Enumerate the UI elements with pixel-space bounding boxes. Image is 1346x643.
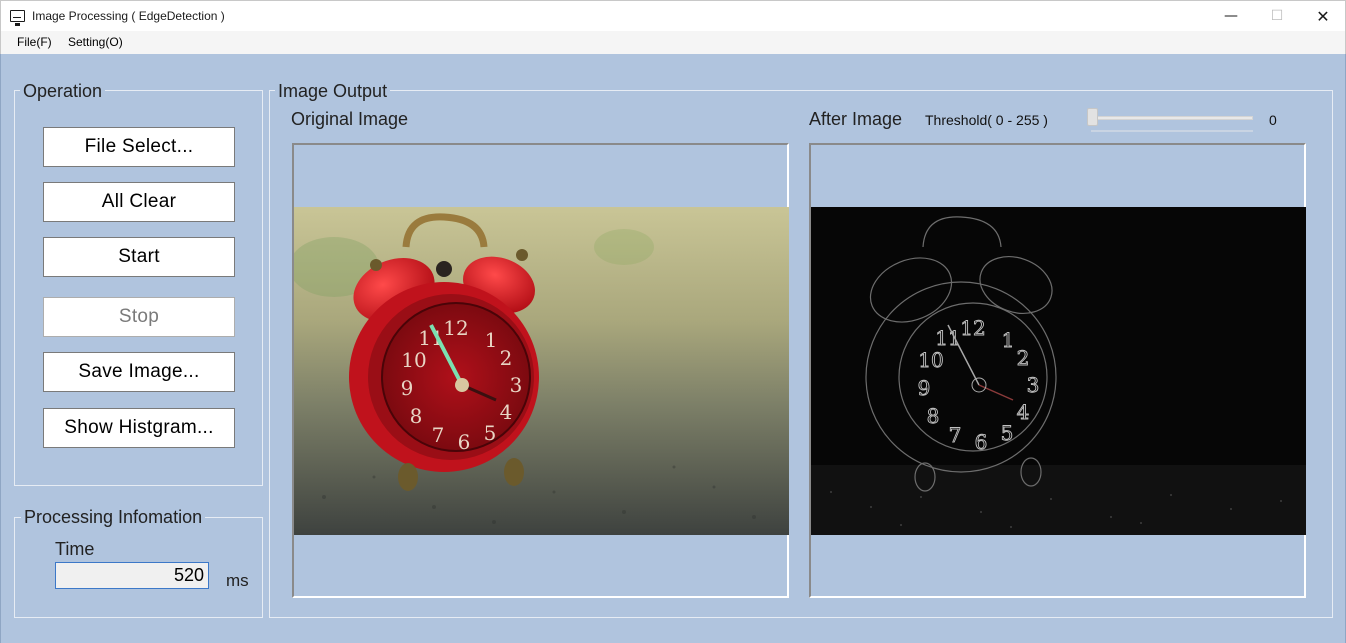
all-clear-button[interactable]: All Clear	[43, 182, 235, 222]
file-select-button[interactable]: File Select...	[43, 127, 235, 167]
time-value-field[interactable]: 520	[55, 562, 209, 589]
after-image: 12 1 2 3 4 5 6 7 8 9 10 11	[811, 207, 1306, 535]
minimize-button[interactable]: —	[1208, 1, 1254, 31]
threshold-slider-thumb[interactable]	[1087, 108, 1098, 126]
svg-text:3: 3	[1027, 373, 1040, 397]
menu-file[interactable]: File(F)	[17, 35, 52, 49]
after-image-label: After Image	[809, 109, 903, 129]
window-title: Image Processing ( EdgeDetection )	[32, 9, 225, 23]
after-image-frame: 12 1 2 3 4 5 6 7 8 9 10 11	[809, 143, 1306, 598]
svg-text:8: 8	[410, 404, 423, 428]
threshold-slider-track[interactable]	[1091, 116, 1253, 120]
client-area: Operation File Select... All Clear Start…	[0, 54, 1346, 643]
svg-text:11: 11	[935, 326, 960, 350]
processing-info-title: Processing Infomation	[21, 507, 206, 528]
svg-text:5: 5	[484, 421, 497, 445]
svg-text:10: 10	[401, 348, 426, 372]
svg-text:6: 6	[975, 430, 988, 454]
operation-group-title: Operation	[20, 81, 106, 102]
menu-bar: File(F) Setting(O)	[0, 31, 1346, 54]
monitor-icon	[10, 10, 25, 26]
svg-text:8: 8	[927, 404, 940, 428]
image-output-title: Image Output	[275, 81, 391, 102]
threshold-label: Threshold( 0 - 255 )	[925, 112, 1048, 128]
close-button[interactable]: ✕	[1300, 1, 1346, 31]
threshold-value: 0	[1269, 112, 1277, 128]
original-image-frame: 12 1 2 3 4 5 6 7 8 9 10 11	[292, 143, 789, 598]
menu-setting[interactable]: Setting(O)	[68, 35, 123, 49]
svg-text:7: 7	[949, 423, 962, 447]
original-image-label: Original Image	[291, 109, 409, 129]
svg-text:2: 2	[500, 346, 513, 370]
svg-text:1: 1	[485, 328, 498, 352]
svg-text:10: 10	[918, 348, 943, 372]
stop-button[interactable]: Stop	[43, 297, 235, 337]
svg-text:3: 3	[510, 373, 523, 397]
save-image-button[interactable]: Save Image...	[43, 352, 235, 392]
svg-text:4: 4	[1017, 400, 1030, 424]
svg-text:1: 1	[1002, 328, 1015, 352]
svg-text:9: 9	[401, 376, 414, 400]
time-unit-label: ms	[226, 571, 249, 590]
maximize-button[interactable]: ☐	[1254, 1, 1300, 31]
time-label: Time	[55, 539, 95, 559]
title-bar: Image Processing ( EdgeDetection ) — ☐ ✕	[0, 0, 1346, 31]
svg-text:6: 6	[458, 430, 471, 454]
svg-text:5: 5	[1001, 421, 1014, 445]
svg-text:9: 9	[918, 376, 931, 400]
svg-text:12: 12	[443, 316, 468, 340]
threshold-slider-ticks	[1091, 130, 1253, 132]
show-histogram-button[interactable]: Show Histgram...	[43, 408, 235, 448]
start-button[interactable]: Start	[43, 237, 235, 277]
svg-text:4: 4	[500, 400, 513, 424]
original-image: 12 1 2 3 4 5 6 7 8 9 10 11	[294, 207, 789, 535]
svg-text:12: 12	[960, 316, 985, 340]
svg-text:2: 2	[1017, 346, 1030, 370]
svg-text:7: 7	[432, 423, 445, 447]
